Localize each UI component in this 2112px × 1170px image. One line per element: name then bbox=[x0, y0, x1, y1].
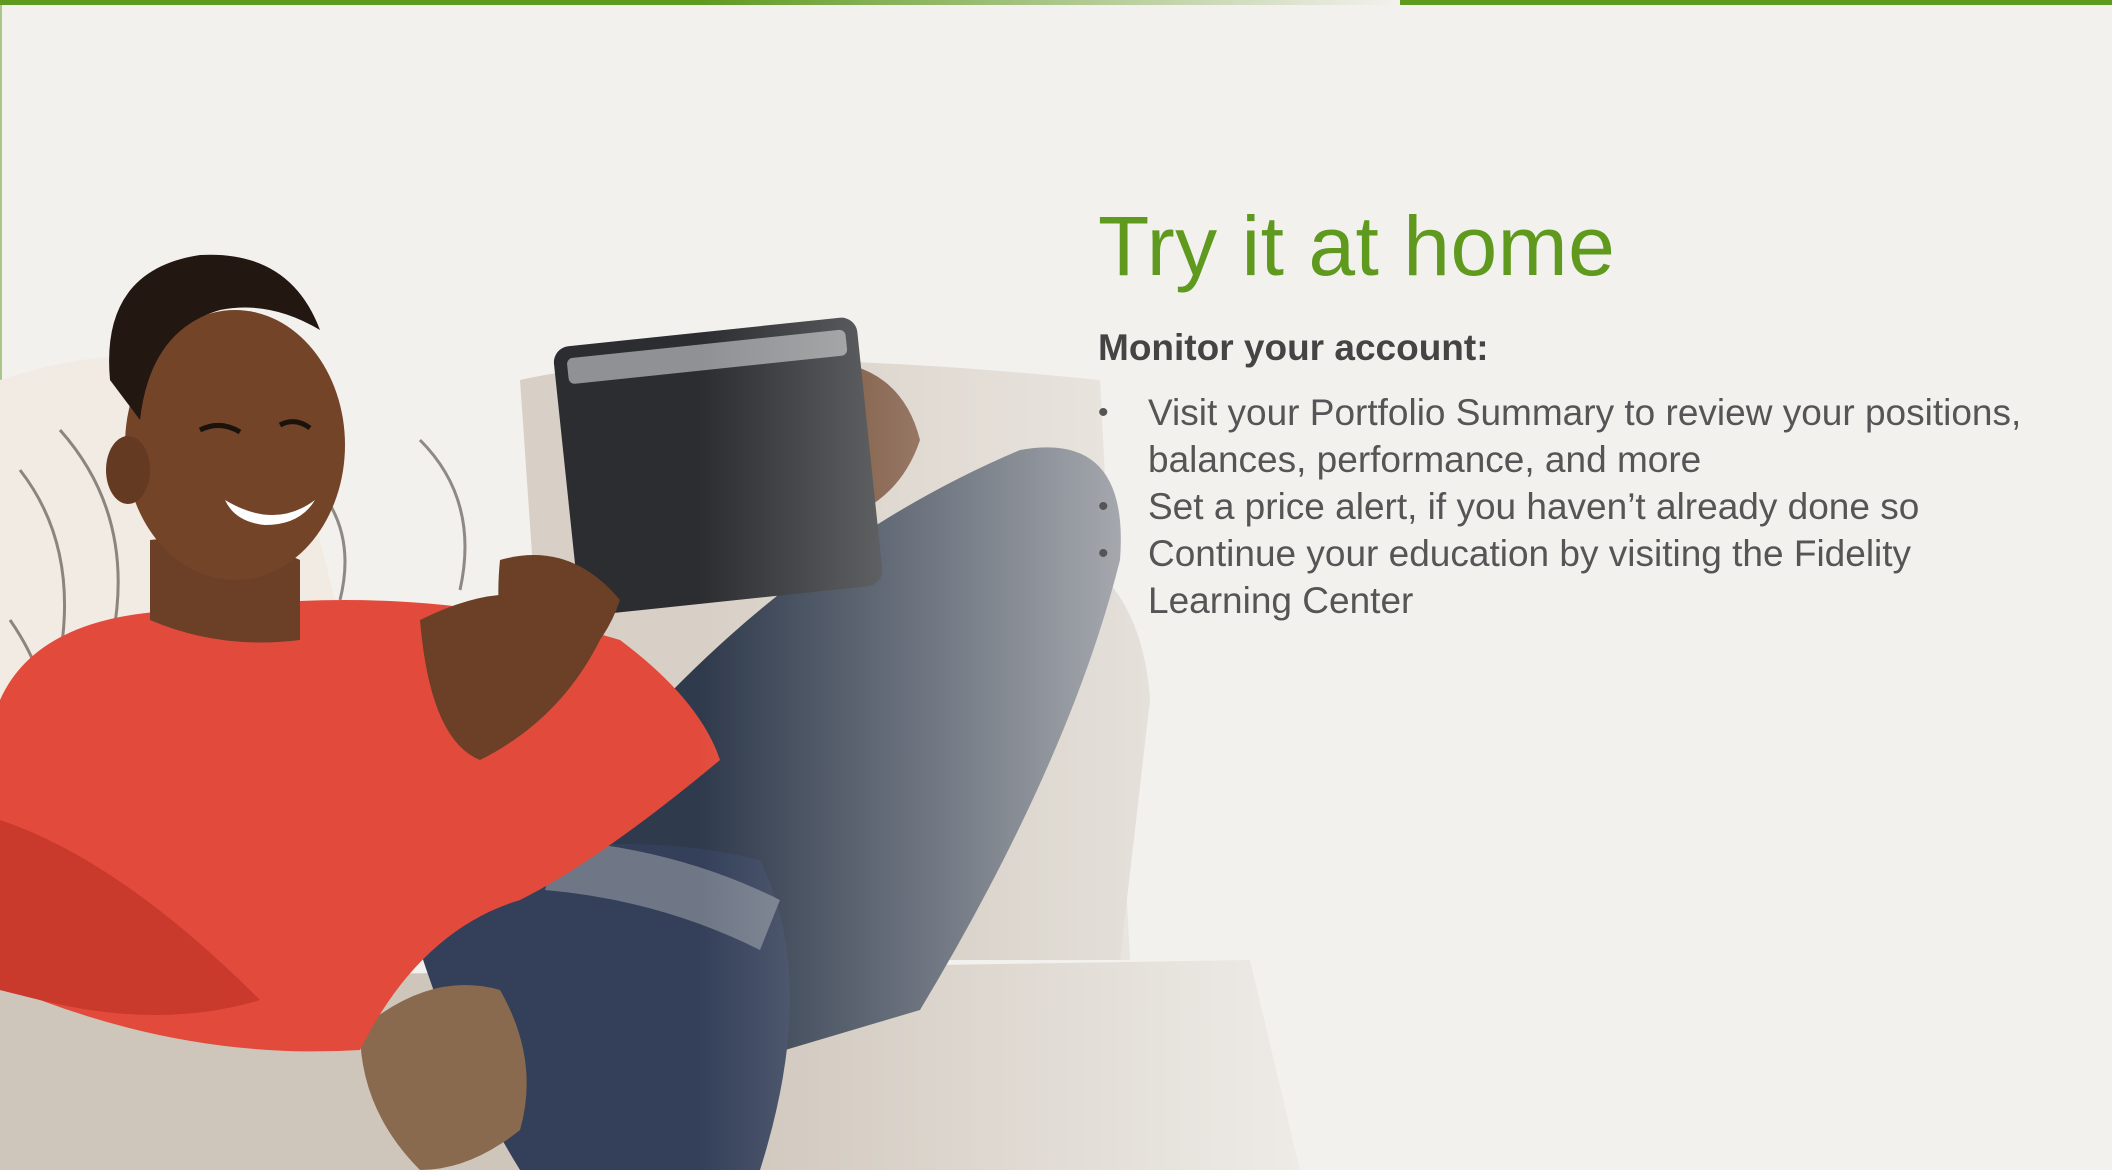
content-panel: Try it at home Monitor your account: • V… bbox=[1098, 200, 2058, 624]
ear bbox=[106, 436, 150, 504]
list-item-text: Visit your Portfolio Summary to review y… bbox=[1148, 391, 2022, 480]
list-item: • Set a price alert, if you haven’t alre… bbox=[1098, 483, 2058, 530]
list-item-text: Set a price alert, if you haven’t alread… bbox=[1148, 485, 1920, 527]
bullet-icon: • bbox=[1098, 395, 1109, 429]
bullet-list: • Visit your Portfolio Summary to review… bbox=[1098, 389, 2058, 624]
bullet-icon: • bbox=[1098, 536, 1109, 570]
list-item: • Continue your education by visiting th… bbox=[1098, 530, 2058, 624]
bullet-icon: • bbox=[1098, 489, 1109, 523]
slide: Try it at home Monitor your account: • V… bbox=[0, 0, 2112, 1170]
list-item: • Visit your Portfolio Summary to review… bbox=[1098, 389, 2058, 483]
list-item-text: Continue your education by visiting the … bbox=[1148, 532, 1912, 621]
section-subtitle: Monitor your account: bbox=[1098, 327, 1489, 369]
page-title: Try it at home bbox=[1098, 199, 1616, 293]
